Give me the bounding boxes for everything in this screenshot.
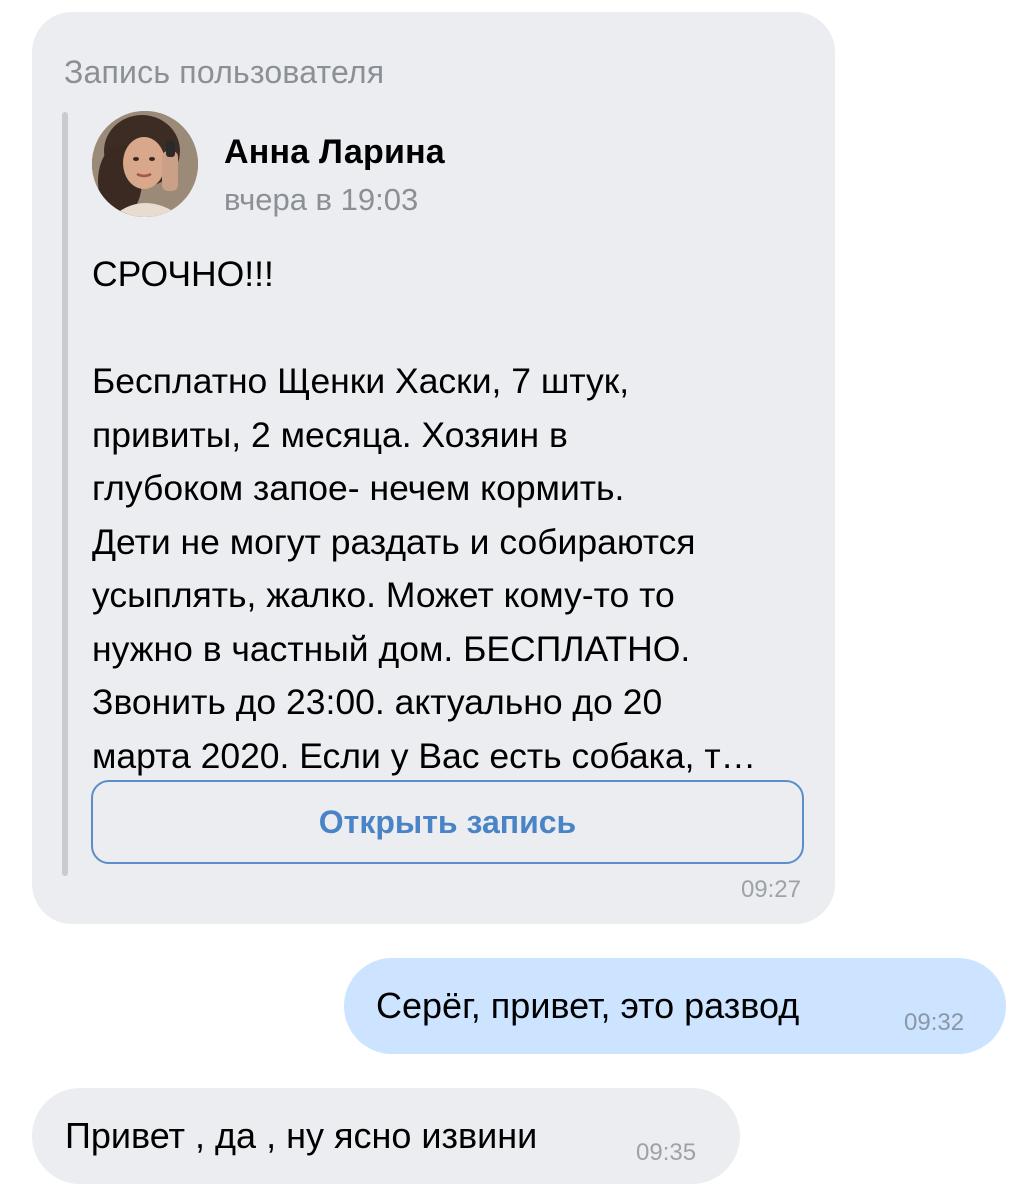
open-post-button[interactable]: Открыть запись <box>91 780 804 864</box>
message-timestamp: 09:35 <box>636 1139 697 1166</box>
chat-screen: Запись пользователя Анна Ларина вчера в … <box>0 0 1029 1200</box>
repost-label: Запись пользователя <box>64 54 385 90</box>
author-name[interactable]: Анна Ларина <box>224 133 445 172</box>
post-text: СРОЧНО!!! Бесплатно Щенки Хаски, 7 штук,… <box>92 254 757 776</box>
message-text: Серёг, привет, это развод <box>376 985 800 1026</box>
outgoing-message-bubble[interactable]: Серёг, привет, это развод 09:32 <box>344 958 1006 1054</box>
avatar-photo-icon <box>92 111 198 217</box>
message-text: Привет , да , ну ясно извини <box>65 1115 538 1156</box>
repost-message-bubble[interactable]: Запись пользователя Анна Ларина вчера в … <box>32 12 835 924</box>
message-timestamp: 09:32 <box>904 1009 965 1036</box>
quote-bar <box>62 112 68 876</box>
author-avatar[interactable] <box>92 111 198 217</box>
message-timestamp: 09:27 <box>740 876 801 903</box>
post-time: вчера в 19:03 <box>224 182 419 217</box>
incoming-message-bubble[interactable]: Привет , да , ну ясно извини 09:35 <box>32 1088 740 1184</box>
